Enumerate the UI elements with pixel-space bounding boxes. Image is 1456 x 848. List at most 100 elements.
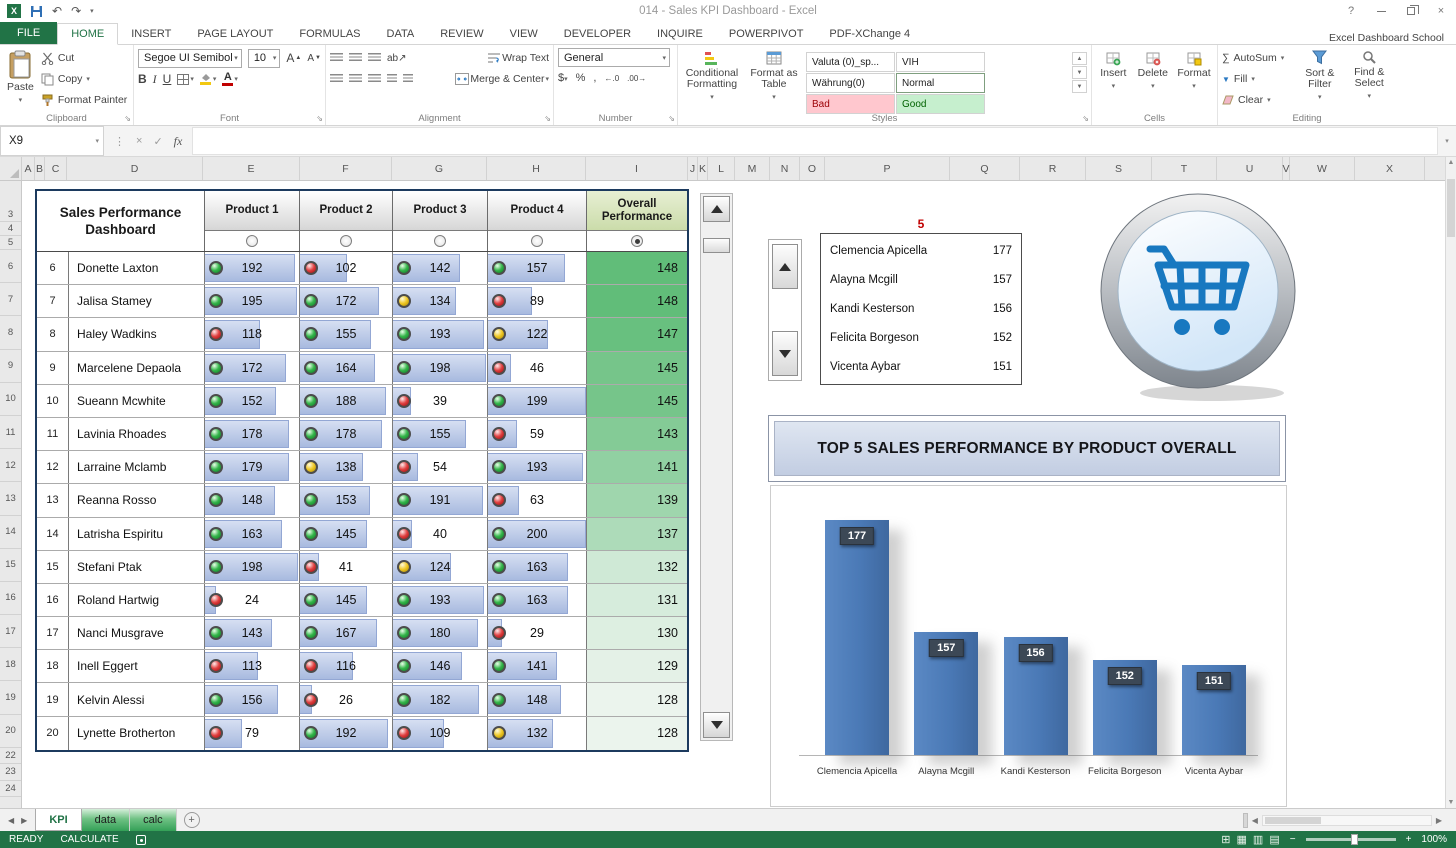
font-size-combobox[interactable]: 10▾ [248, 49, 281, 68]
row-header-8[interactable]: 8 [0, 316, 21, 349]
chart-title-banner[interactable]: TOP 5 SALES PERFORMANCE BY PRODUCT OVERA… [768, 415, 1286, 482]
cell-style-normal[interactable]: Normal [896, 73, 985, 93]
row-header-17[interactable]: 17 [0, 615, 21, 648]
table-scroll-thumb[interactable] [703, 238, 730, 253]
column-header-n[interactable]: N [770, 157, 800, 180]
chart-bar[interactable]: 157 [914, 632, 978, 755]
page-break-view-icon[interactable]: ▤ [1269, 833, 1279, 846]
ribbon-tab-insert[interactable]: INSERT [118, 24, 184, 44]
row-header-16[interactable]: 16 [0, 582, 21, 615]
bold-button[interactable]: B [138, 72, 147, 86]
column-header-b[interactable]: B [35, 157, 45, 180]
align-bottom-icon[interactable] [368, 53, 381, 63]
formula-bar-handle[interactable]: ⋮ [114, 135, 125, 148]
borders-button[interactable]: ▾ [177, 74, 194, 85]
sheet-nav-next-icon[interactable]: ▶ [21, 816, 27, 825]
hscroll-thumb[interactable] [1265, 817, 1321, 824]
row-header-12[interactable]: 12 [0, 449, 21, 482]
macro-record-icon[interactable] [136, 835, 146, 845]
top5-bar-chart[interactable]: 177Clemencia Apicella157Alayna Mcgill156… [770, 485, 1287, 807]
zoom-level[interactable]: 100% [1421, 834, 1447, 845]
column-header-w[interactable]: W [1290, 157, 1355, 180]
italic-button[interactable]: I [153, 72, 157, 87]
insert-cells-button[interactable]: Insert ▾ [1096, 48, 1131, 110]
enter-icon[interactable]: ✓ [153, 135, 162, 148]
find-select-button[interactable]: Find & Select ▾ [1347, 48, 1392, 110]
top5-list-item[interactable]: Kandi Kesterson156 [821, 295, 1021, 323]
copy-button[interactable]: Copy ▾ [41, 69, 127, 89]
sheet-nav-prev-icon[interactable]: ◀ [8, 816, 14, 825]
align-right-icon[interactable] [368, 74, 381, 84]
row-header-24[interactable]: 24 [0, 781, 21, 797]
row-header-11[interactable]: 11 [0, 416, 21, 449]
tab-splitter-handle[interactable] [1243, 813, 1248, 828]
decrease-decimal-button[interactable]: .00→ [627, 74, 646, 83]
hscroll-right-icon[interactable]: ▶ [1436, 816, 1442, 825]
row-header-22[interactable]: 22 [0, 748, 21, 764]
chart-bar[interactable]: 151 [1182, 665, 1246, 755]
zoom-slider-thumb[interactable] [1351, 834, 1358, 845]
clear-button[interactable]: Clear▾ [1222, 90, 1293, 110]
cell-style-vih[interactable]: VIH [896, 52, 985, 72]
cell-style-w-hrung-0[interactable]: Währung(0) [806, 73, 895, 93]
column-header-f[interactable]: F [300, 157, 392, 180]
column-header-h[interactable]: H [487, 157, 586, 180]
top5-list-item[interactable]: Clemencia Apicella177 [821, 237, 1021, 265]
table-scroll-down-button[interactable] [703, 712, 730, 738]
vscroll-thumb[interactable] [1447, 179, 1455, 237]
zoom-in-icon[interactable]: + [1406, 834, 1412, 845]
column-header-k[interactable]: K [698, 157, 708, 180]
cancel-icon[interactable]: × [136, 135, 142, 147]
restore-button[interactable] [1396, 0, 1426, 22]
align-center-icon[interactable] [349, 74, 362, 84]
shopping-cart-icon[interactable] [1094, 189, 1308, 403]
table-scroll-up-button[interactable] [703, 196, 730, 222]
font-dialog-launcher[interactable]: ⇘ [316, 114, 323, 123]
column-header-g[interactable]: G [392, 157, 487, 180]
top5-listbox[interactable]: Clemencia Apicella177Alayna Mcgill157Kan… [820, 233, 1022, 385]
conditional-formatting-button[interactable]: Conditional Formatting ▾ [682, 48, 742, 110]
ribbon-tab-page-layout[interactable]: PAGE LAYOUT [184, 24, 286, 44]
fill-color-button[interactable]: ▾ [200, 73, 217, 85]
top5-list-item[interactable]: Felicita Borgeson152 [821, 324, 1021, 352]
count-spinner[interactable] [768, 239, 802, 381]
close-button[interactable]: × [1426, 0, 1456, 22]
horizontal-scrollbar[interactable] [1262, 815, 1432, 826]
styles-dialog-launcher[interactable]: ⇘ [1082, 114, 1089, 123]
top5-list-item[interactable]: Alayna Mcgill157 [821, 266, 1021, 294]
number-dialog-launcher[interactable]: ⇘ [668, 114, 675, 123]
delete-cells-button[interactable]: Delete ▾ [1135, 48, 1171, 110]
select-all-corner[interactable] [0, 157, 22, 180]
cell-style-good[interactable]: Good [896, 94, 985, 114]
column-header-v[interactable]: V [1283, 157, 1290, 180]
align-top-icon[interactable] [330, 53, 343, 63]
row-header-6[interactable]: 6 [0, 250, 21, 283]
increase-decimal-button[interactable]: ←.0 [604, 74, 619, 83]
normal-view-icon[interactable]: ▦ [1237, 833, 1247, 846]
chart-bar[interactable]: 152 [1093, 660, 1157, 755]
font-color-button[interactable]: A▾ [222, 73, 238, 86]
autosum-button[interactable]: ∑AutoSum▾ [1222, 48, 1293, 68]
metric-radio-product-1[interactable] [246, 235, 258, 247]
ribbon-tab-review[interactable]: REVIEW [427, 24, 496, 44]
sort-filter-button[interactable]: Sort & Filter ▾ [1297, 48, 1342, 110]
zoom-slider[interactable] [1306, 838, 1396, 841]
font-name-combobox[interactable]: Segoe UI Semibol▾ [138, 49, 242, 68]
row-header-13[interactable]: 13 [0, 482, 21, 515]
hscroll-left-icon[interactable]: ◀ [1252, 816, 1258, 825]
ribbon-tab-file[interactable]: FILE [0, 22, 57, 44]
row-header-14[interactable]: 14 [0, 516, 21, 549]
gallery-more-icon[interactable]: ▼ [1072, 80, 1087, 93]
grow-font-button[interactable]: A▲ [286, 51, 301, 65]
column-header-d[interactable]: D [67, 157, 203, 180]
wrap-text-button[interactable]: Wrap Text [487, 52, 549, 64]
minimize-button[interactable] [1366, 0, 1396, 22]
grid-settings-icon[interactable]: ⊞ [1221, 833, 1230, 846]
column-header-m[interactable]: M [735, 157, 770, 180]
column-header-p[interactable]: P [825, 157, 950, 180]
ribbon-tab-data[interactable]: DATA [374, 24, 428, 44]
help-button[interactable]: ? [1336, 0, 1366, 22]
chart-bar[interactable]: 156 [1004, 637, 1068, 755]
format-cells-button[interactable]: Format ▾ [1175, 48, 1213, 110]
row-header-23[interactable]: 23 [0, 764, 21, 780]
